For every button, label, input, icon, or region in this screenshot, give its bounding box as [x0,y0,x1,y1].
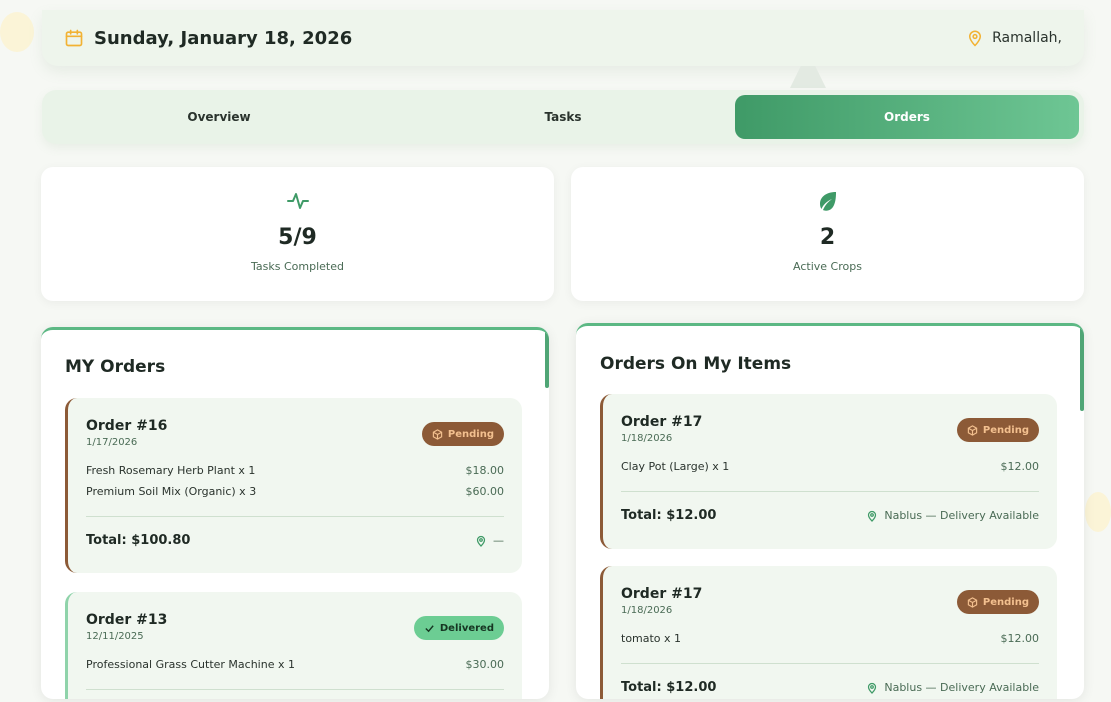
stat-card-tasks: 5/9 Tasks Completed [41,167,554,301]
stat-label: Tasks Completed [251,260,344,273]
tab-bar: Overview Tasks Orders [42,90,1084,144]
map-pin-icon [866,682,878,694]
map-pin-icon [475,535,487,547]
my-orders-panel: MY Orders Order #16 1/17/2026 Pending Fr… [41,327,549,699]
order-card[interactable]: Order #17 1/18/2026 Pending tomato x 1 $… [600,566,1057,699]
item-name: Clay Pot (Large) x 1 [621,460,730,473]
stat-label: Active Crops [793,260,862,273]
item-price: $12.00 [1000,632,1040,645]
scrollbar[interactable] [545,330,549,388]
item-price: $60.00 [465,485,505,498]
item-name: Fresh Rosemary Herb Plant x 1 [86,464,256,477]
list-item: Fresh Rosemary Herb Plant x 1 $18.00 [86,464,504,477]
order-footer: Total: $12.00 Nablus — Delivery Availabl… [621,663,1039,699]
map-pin-icon [966,29,984,47]
scrollbar[interactable] [1080,326,1084,411]
calendar-icon [64,28,84,48]
location-text: Ramallah, [992,30,1062,46]
map-pin-icon [866,510,878,522]
list-item: tomato x 1 $12.00 [621,632,1039,645]
location: Ramallah, [966,29,1062,47]
package-icon [967,424,978,436]
status-badge: Pending [421,422,504,446]
tab-orders[interactable]: Orders [735,95,1079,139]
status-badge: Pending [956,418,1039,442]
current-date: Sunday, January 18, 2026 [94,27,353,49]
order-total: Total: $100.80 [86,533,191,548]
item-name: Professional Grass Cutter Machine x 1 [86,658,295,671]
delivery-info: — [475,534,504,547]
order-total: Total: $12.00 [621,508,717,523]
order-footer: Total: $12.00 Nablus — Delivery Availabl… [621,491,1039,539]
order-footer [86,689,504,699]
order-card[interactable]: Order #13 12/11/2025 Delivered Professio… [65,592,522,699]
delivery-info: Nablus — Delivery Available [866,509,1039,522]
stat-value: 5/9 [278,225,317,250]
package-icon [967,596,978,608]
order-card[interactable]: Order #16 1/17/2026 Pending Fresh Rosema… [65,398,522,573]
order-card[interactable]: Order #17 1/18/2026 Pending Clay Pot (La… [600,394,1057,549]
item-price: $30.00 [465,658,505,671]
list-item: Professional Grass Cutter Machine x 1 $3… [86,658,504,671]
list-item: Premium Soil Mix (Organic) x 3 $60.00 [86,485,504,498]
package-icon [432,428,443,440]
item-name: tomato x 1 [621,632,682,645]
status-badge: Pending [956,590,1039,614]
background-decoration [790,66,826,88]
tab-overview[interactable]: Overview [47,95,391,139]
item-price: $18.00 [465,464,505,477]
header-bar: Sunday, January 18, 2026 Ramallah, [42,10,1084,66]
delivery-info: Nablus — Delivery Available [866,681,1039,694]
background-decoration [0,12,34,52]
order-footer: Total: $100.80 — [86,516,504,564]
orders-on-my-items-panel: Orders On My Items Order #17 1/18/2026 P… [576,323,1084,699]
tab-tasks[interactable]: Tasks [391,95,735,139]
panel-title: Orders On My Items [600,354,792,374]
status-badge: Delivered [413,616,504,640]
leaf-icon [816,189,840,213]
order-total: Total: $12.00 [621,680,717,695]
stat-value: 2 [819,225,836,250]
stat-card-crops: 2 Active Crops [571,167,1084,301]
check-icon [424,623,435,634]
item-name: Premium Soil Mix (Organic) x 3 [86,485,257,498]
item-price: $12.00 [1000,460,1040,473]
panel-title: MY Orders [65,357,166,377]
background-decoration [1085,492,1111,532]
activity-icon [286,189,310,213]
list-item: Clay Pot (Large) x 1 $12.00 [621,460,1039,473]
